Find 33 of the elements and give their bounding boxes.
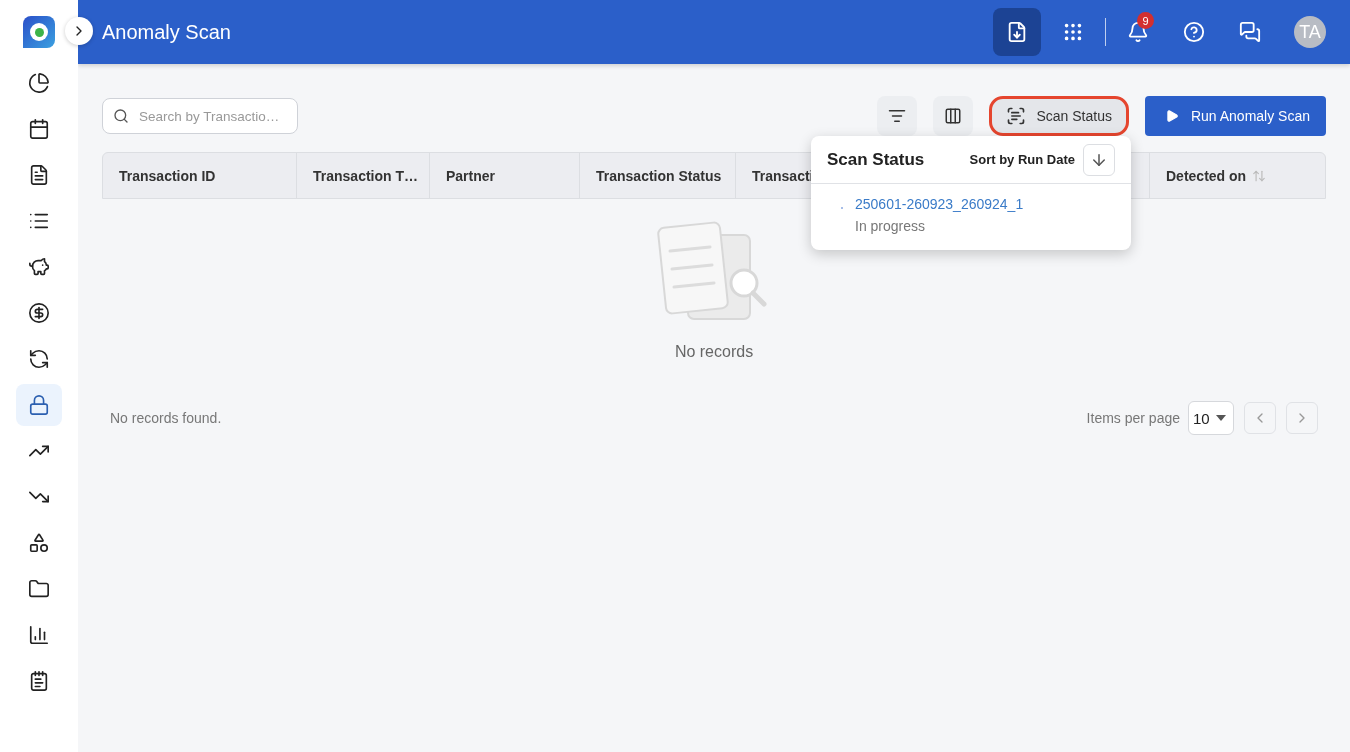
- scan-status-button[interactable]: Scan Status: [989, 96, 1129, 136]
- sort-direction-button[interactable]: [1083, 143, 1115, 176]
- notification-count: 9: [1137, 12, 1154, 29]
- columns-icon: [944, 107, 963, 125]
- sort-label: Sort by Run Date: [969, 152, 1075, 167]
- columns-button[interactable]: [933, 96, 974, 136]
- search-field[interactable]: Search by Transactio…: [137, 99, 287, 133]
- download-file-icon[interactable]: [993, 8, 1041, 56]
- records-summary: No records found.: [110, 410, 222, 426]
- app-logo[interactable]: [23, 16, 55, 48]
- dropdown-caret-icon: [1215, 415, 1226, 421]
- search-box[interactable]: Search by Transactio…: [102, 98, 298, 134]
- expand-sidebar-button[interactable]: [65, 17, 93, 45]
- popup-title: Scan Status: [827, 149, 926, 170]
- run-anomaly-scan-button[interactable]: Run Anomaly Scan: [1144, 96, 1326, 136]
- scan-icon: [1006, 106, 1027, 126]
- play-icon: [1164, 109, 1179, 123]
- column-header[interactable]: Partner: [429, 153, 579, 198]
- page-title: Anomaly Scan: [102, 20, 232, 44]
- notifications-button[interactable]: 9: [1114, 8, 1162, 56]
- filter-icon: [888, 107, 907, 125]
- column-header[interactable]: Detected on: [1149, 153, 1325, 198]
- search-icon: [113, 108, 129, 124]
- empty-state-text: No records: [674, 343, 754, 361]
- lock-icon[interactable]: [16, 384, 62, 426]
- column-header[interactable]: Transaction T…: [296, 153, 429, 198]
- items-per-page-label: Items per page: [1086, 410, 1180, 426]
- filter-button[interactable]: [877, 96, 918, 136]
- scan-link[interactable]: 250601-260923_260924_1: [855, 196, 1024, 212]
- items-per-page-select[interactable]: 10: [1188, 401, 1234, 435]
- scan-status-text: In progress: [855, 218, 927, 234]
- column-header[interactable]: Transaction ID: [103, 153, 296, 198]
- column-header[interactable]: Transaction Status: [579, 153, 735, 198]
